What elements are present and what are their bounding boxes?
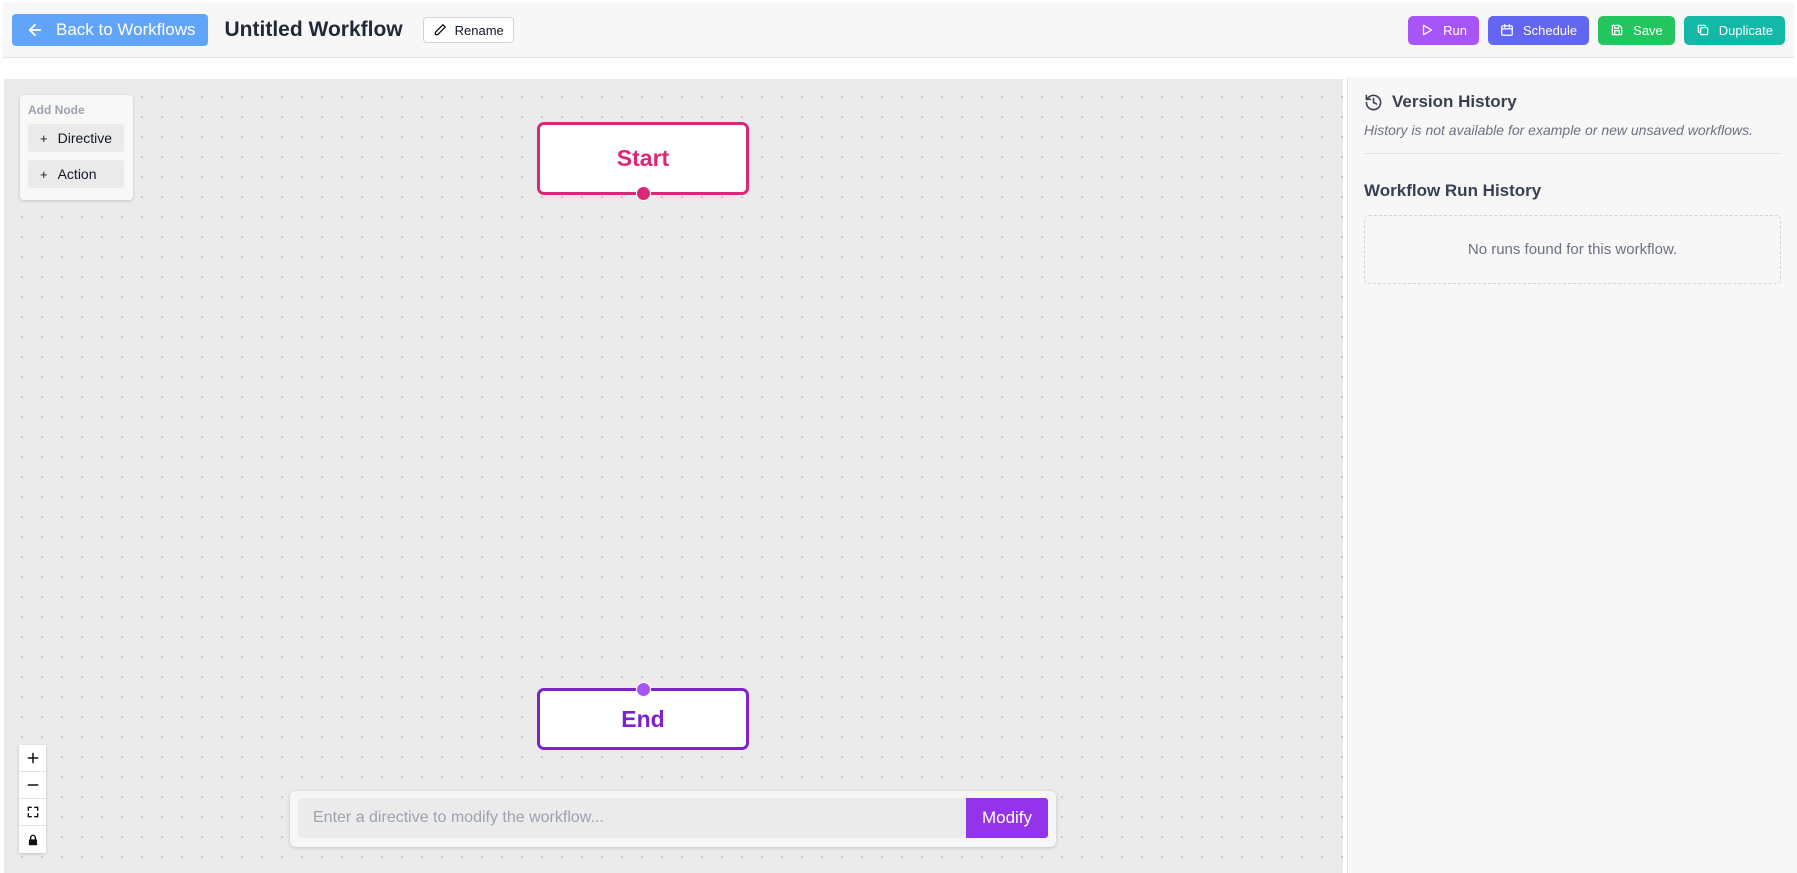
back-label: Back to Workflows (56, 20, 196, 39)
plus-icon: + (40, 130, 48, 146)
history-icon (1365, 94, 1382, 110)
app-window: Back to Workflows Untitled Workflow Rena… (0, 0, 1797, 873)
save-label: Save (1633, 22, 1663, 38)
save-icon (1611, 24, 1623, 36)
header-actions: Run Schedule Save Duplicate (1408, 15, 1785, 45)
version-history-header: Version History (1364, 92, 1781, 112)
directive-input[interactable] (298, 798, 966, 838)
rename-label: Rename (454, 22, 504, 38)
copy-icon (1697, 24, 1709, 36)
add-node-title: Add Node (28, 103, 85, 117)
pencil-icon (434, 24, 446, 36)
run-history-title: Workflow Run History (1364, 181, 1542, 200)
fit-view-button[interactable] (19, 799, 46, 826)
no-runs-message: No runs found for this workflow. (1467, 241, 1678, 258)
history-sidebar: Version History History is not available… (1347, 77, 1797, 873)
play-icon (1422, 24, 1433, 36)
rename-button[interactable]: Rename (422, 17, 514, 43)
end-node-label: End (621, 705, 665, 732)
plus-icon: + (40, 166, 48, 182)
run-label: Run (1443, 22, 1467, 38)
workflow-title: Untitled Workflow (224, 18, 403, 41)
duplicate-button[interactable]: Duplicate (1683, 15, 1785, 45)
arrow-left-icon (28, 23, 42, 37)
save-button[interactable]: Save (1598, 15, 1675, 45)
schedule-button[interactable]: Schedule (1487, 15, 1590, 45)
add-action-label: Action (57, 166, 97, 182)
end-node-input-handle[interactable] (635, 682, 651, 697)
schedule-label: Schedule (1522, 22, 1578, 38)
workflow-canvas[interactable]: Add Node + Directive + Action Start End (4, 79, 1343, 873)
sidebar-divider (1364, 153, 1781, 154)
calendar-icon (1501, 24, 1513, 36)
fit-view-icon (27, 806, 38, 818)
version-history-title: Version History (1392, 92, 1517, 111)
duplicate-label: Duplicate (1718, 22, 1773, 38)
zoom-in-icon (27, 752, 38, 764)
zoom-controls (19, 745, 46, 853)
end-node[interactable]: End (537, 682, 749, 750)
start-node[interactable]: Start (537, 122, 749, 201)
add-node-panel: Add Node + Directive + Action (20, 95, 133, 200)
top-bar: Back to Workflows Untitled Workflow Rena… (3, 3, 1794, 58)
zoom-out-icon (27, 784, 38, 786)
add-action-button[interactable]: + Action (28, 160, 124, 188)
add-directive-button[interactable]: + Directive (28, 124, 124, 152)
run-button[interactable]: Run (1408, 15, 1479, 45)
directive-bar: Modify (290, 791, 1056, 847)
run-history-empty-state: No runs found for this workflow. (1364, 215, 1781, 284)
zoom-out-button[interactable] (19, 772, 46, 799)
version-history-note: History is not available for example or … (1364, 122, 1754, 138)
start-node-output-handle[interactable] (635, 186, 651, 201)
zoom-in-button[interactable] (19, 745, 46, 772)
start-node-label: Start (616, 145, 670, 171)
back-to-workflows-button[interactable]: Back to Workflows (12, 14, 208, 46)
lock-button[interactable] (19, 826, 46, 853)
add-directive-label: Directive (57, 130, 113, 146)
lock-icon (28, 834, 37, 845)
modify-button[interactable]: Modify (966, 798, 1048, 838)
